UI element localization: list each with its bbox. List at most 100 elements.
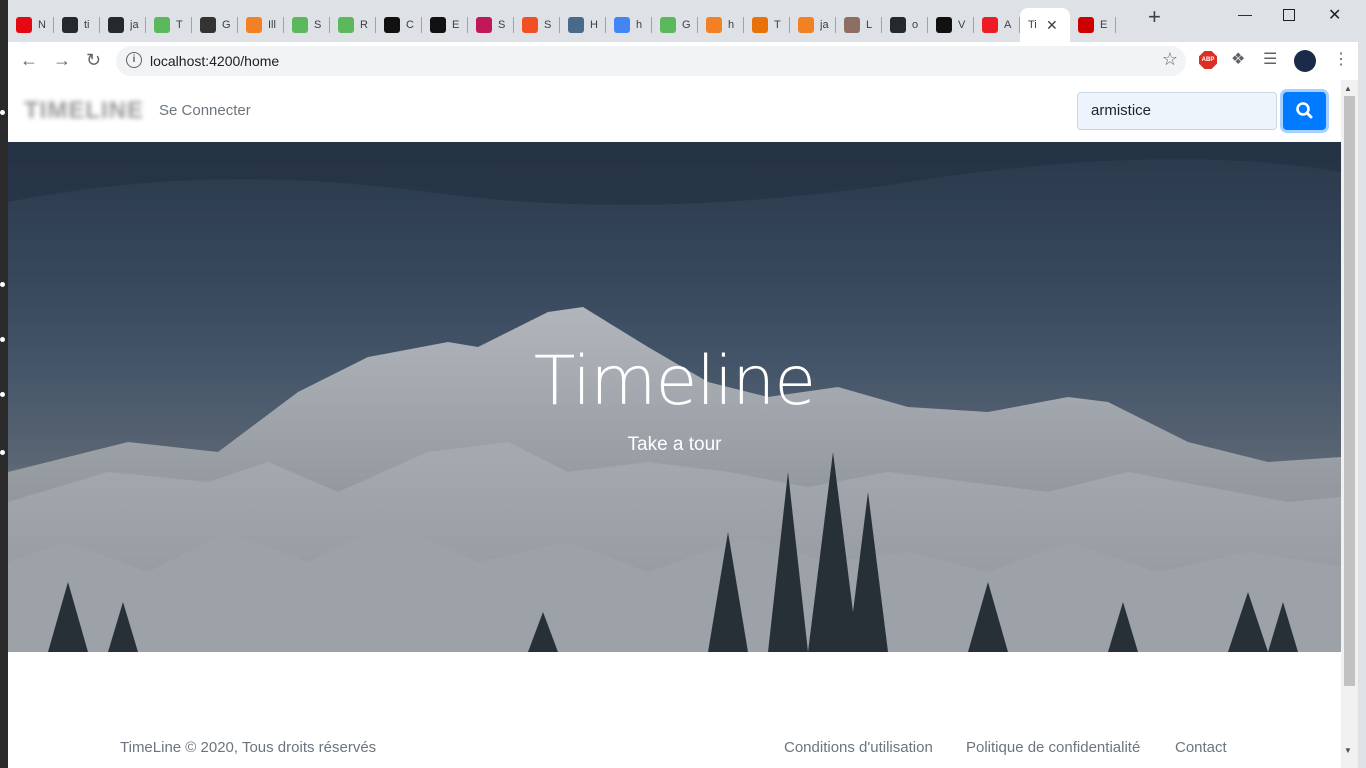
tab-favicon-icon: [292, 17, 308, 33]
tab-title: G: [682, 19, 691, 31]
tab-favicon-icon: [890, 17, 906, 33]
tab-title: L: [866, 19, 873, 31]
browser-window: Nti ja T G Ill S R C E S S Hh Gh Tja Lo V A Ti ✕ E + — ✕ ← …: [0, 0, 1366, 768]
tab-favicon-icon: [752, 17, 768, 33]
hero-title: Timeline: [533, 342, 816, 421]
browser-tab[interactable]: ti: [54, 8, 100, 42]
browser-tab[interactable]: A: [974, 8, 1020, 42]
minimize-button[interactable]: —: [1238, 6, 1252, 22]
browser-menu-icon[interactable]: ⋮: [1333, 49, 1349, 69]
browser-tab[interactable]: G: [652, 8, 698, 42]
browser-tab[interactable]: E: [1070, 8, 1116, 42]
search-icon: [1296, 102, 1313, 119]
browser-tab[interactable]: S: [468, 8, 514, 42]
privacy-link[interactable]: Politique de confidentialité: [966, 739, 1140, 756]
tab-favicon-icon: [614, 17, 630, 33]
close-window-button[interactable]: ✕: [1328, 5, 1341, 25]
browser-toolbar: ← → ↻ i localhost:4200/home ☆ ABP ❖ ☰ ⋮: [8, 42, 1358, 80]
browser-tab[interactable]: N: [8, 8, 54, 42]
site-info-icon[interactable]: i: [126, 52, 142, 68]
tab-favicon-icon: [1078, 17, 1094, 33]
browser-tab[interactable]: ja: [100, 8, 146, 42]
browser-tab[interactable]: R: [330, 8, 376, 42]
tab-favicon-icon: [660, 17, 676, 33]
browser-tab[interactable]: Ill: [238, 8, 284, 42]
terms-link[interactable]: Conditions d'utilisation: [784, 739, 933, 756]
contact-link[interactable]: Contact: [1175, 739, 1227, 756]
page-scrollbar[interactable]: ▲ ▼: [1341, 80, 1358, 768]
tab-favicon-icon: [568, 17, 584, 33]
bookmark-star-icon[interactable]: ☆: [1162, 49, 1178, 70]
browser-tab[interactable]: E: [422, 8, 468, 42]
reload-button[interactable]: ↻: [86, 50, 101, 70]
tab-title: R: [360, 19, 368, 31]
browser-tab[interactable]: G: [192, 8, 238, 42]
tab-title: S: [314, 19, 322, 31]
extensions-puzzle-icon[interactable]: ❖: [1231, 49, 1245, 69]
browser-tab[interactable]: T: [744, 8, 790, 42]
tab-favicon-icon: [706, 17, 722, 33]
maximize-button[interactable]: [1283, 9, 1295, 21]
close-tab-icon[interactable]: ✕: [1046, 17, 1058, 34]
tab-title: h: [636, 19, 643, 31]
tab-favicon-icon: [522, 17, 538, 33]
browser-tab[interactable]: o: [882, 8, 928, 42]
tab-title: S: [498, 19, 506, 31]
tab-favicon-icon: [476, 17, 492, 33]
tab-favicon-icon: [430, 17, 446, 33]
url-text: localhost:4200/home: [150, 53, 280, 69]
address-bar[interactable]: i localhost:4200/home ☆: [116, 46, 1186, 76]
browser-tab[interactable]: S: [284, 8, 330, 42]
media-playlist-icon[interactable]: ☰: [1263, 49, 1277, 69]
search-input[interactable]: armistice: [1077, 92, 1277, 130]
tab-favicon-icon: [936, 17, 952, 33]
browser-tab[interactable]: Ti ✕: [1020, 8, 1070, 42]
browser-tab[interactable]: H: [560, 8, 606, 42]
profile-avatar[interactable]: [1294, 50, 1316, 72]
search-button[interactable]: [1283, 92, 1326, 130]
tab-title: h: [728, 19, 735, 31]
tab-separator: [1115, 17, 1116, 33]
brand-logo[interactable]: TIMELINE: [24, 97, 144, 125]
tab-favicon-icon: [108, 17, 124, 33]
browser-tab[interactable]: C: [376, 8, 422, 42]
tab-title: ja: [820, 19, 829, 31]
browser-tab[interactable]: ja: [790, 8, 836, 42]
tab-title: ti: [84, 19, 90, 31]
browser-tab[interactable]: h: [698, 8, 744, 42]
tab-title: H: [590, 19, 598, 31]
tab-favicon-icon: [62, 17, 78, 33]
tab-favicon-icon: [246, 17, 262, 33]
tab-title: S: [544, 19, 552, 31]
adblock-plus-icon[interactable]: ABP: [1199, 51, 1217, 69]
tab-title: C: [406, 19, 414, 31]
scroll-down-arrow-icon[interactable]: ▼: [1344, 746, 1352, 755]
scroll-up-arrow-icon[interactable]: ▲: [1344, 84, 1352, 93]
new-tab-button[interactable]: +: [1148, 6, 1161, 28]
tab-favicon-icon: [844, 17, 860, 33]
browser-tab[interactable]: h: [606, 8, 652, 42]
forward-button[interactable]: →: [53, 50, 71, 70]
tab-title: G: [222, 19, 231, 31]
browser-tab[interactable]: S: [514, 8, 560, 42]
tab-favicon-icon: [982, 17, 998, 33]
tab-title: Ill: [268, 19, 276, 31]
tab-title: Ti: [1028, 19, 1037, 31]
browser-tab[interactable]: V: [928, 8, 974, 42]
tab-favicon-icon: [154, 17, 170, 33]
scrollbar-thumb[interactable]: [1344, 96, 1355, 686]
tab-title: A: [1004, 19, 1012, 31]
browser-tab[interactable]: L: [836, 8, 882, 42]
tab-favicon-icon: [16, 17, 32, 33]
tab-title: o: [912, 19, 919, 31]
browser-tab[interactable]: T: [146, 8, 192, 42]
tab-title: ja: [130, 19, 139, 31]
tab-favicon-icon: [384, 17, 400, 33]
hero-banner: Timeline Take a tour: [8, 142, 1341, 652]
login-link[interactable]: Se Connecter: [159, 102, 251, 119]
tab-favicon-icon: [338, 17, 354, 33]
tab-title: N: [38, 19, 46, 31]
back-button[interactable]: ←: [20, 50, 38, 70]
take-tour-link[interactable]: Take a tour: [8, 434, 1341, 456]
tab-title: V: [958, 19, 966, 31]
